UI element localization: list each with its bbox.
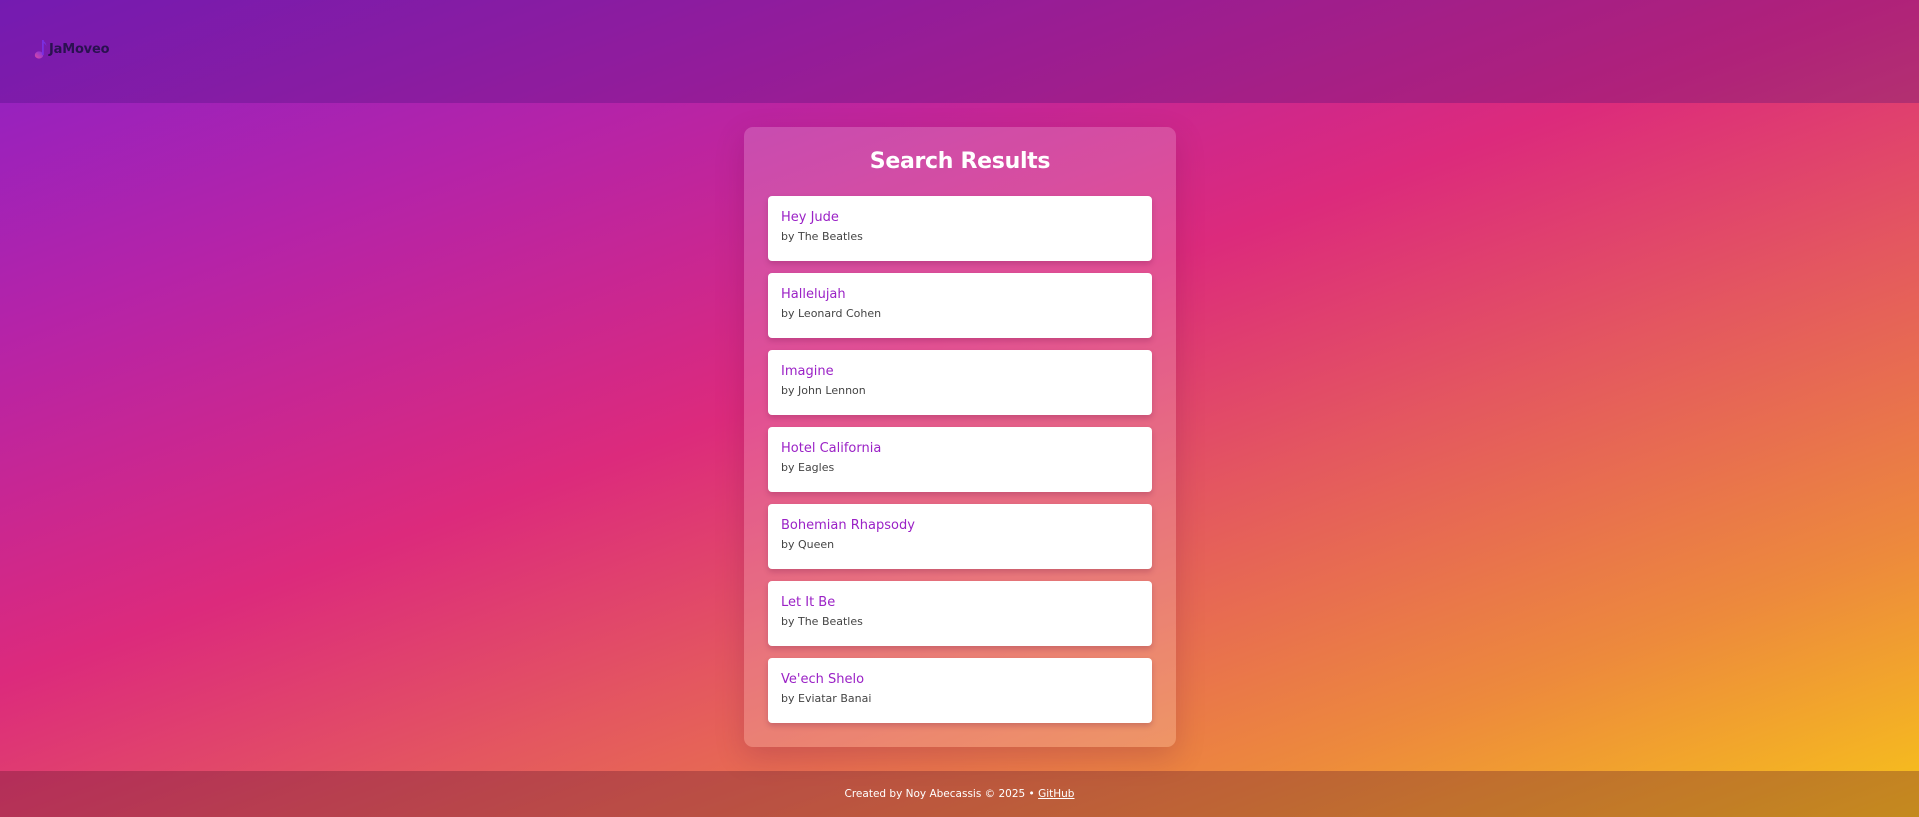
- result-item-imagine[interactable]: Imagine by John Lennon: [768, 350, 1152, 415]
- result-item-hallelujah[interactable]: Hallelujah by Leonard Cohen: [768, 273, 1152, 338]
- song-title: Let It Be: [781, 595, 836, 610]
- song-title: Ve'ech Shelo: [781, 672, 865, 687]
- github-link[interactable]: GitHub: [1038, 788, 1074, 800]
- song-artist: by Queen: [781, 538, 835, 551]
- result-item-hotel-california[interactable]: Hotel California by Eagles: [768, 427, 1152, 492]
- song-artist: by Eviatar Banai: [781, 692, 872, 705]
- song-title: Bohemian Rhapsody: [781, 518, 915, 533]
- song-artist: by The Beatles: [781, 615, 863, 628]
- panel-title: Search Results: [869, 149, 1051, 174]
- music-note-icon: [34, 38, 48, 60]
- song-artist: by Eagles: [781, 461, 835, 474]
- result-item-let-it-be[interactable]: Let It Be by The Beatles: [768, 581, 1152, 646]
- top-header: JaMoveo: [0, 0, 1919, 103]
- song-title: Hallelujah: [781, 287, 846, 302]
- footer-credit: Created by Noy Abecassis © 2025 •: [844, 788, 1039, 800]
- results-list: Hey Jude by The Beatles Hallelujah by Le…: [768, 196, 1152, 735]
- song-title: Imagine: [781, 364, 834, 379]
- song-artist: by Leonard Cohen: [781, 307, 882, 320]
- search-results-panel: Search Results Hey Jude by The Beatles H…: [744, 127, 1176, 747]
- result-item-hey-jude[interactable]: Hey Jude by The Beatles: [768, 196, 1152, 261]
- footer: Created by Noy Abecassis © 2025 • GitHub: [0, 771, 1919, 817]
- logo-text: JaMoveo: [49, 41, 110, 57]
- song-artist: by John Lennon: [781, 384, 866, 397]
- result-item-bohemian-rhapsody[interactable]: Bohemian Rhapsody by Queen: [768, 504, 1152, 569]
- song-title: Hey Jude: [781, 210, 839, 225]
- song-artist: by The Beatles: [781, 230, 863, 243]
- song-title: Hotel California: [781, 441, 882, 456]
- logo[interactable]: JaMoveo: [34, 37, 110, 61]
- result-item-veech-shelo[interactable]: Ve'ech Shelo by Eviatar Banai: [768, 658, 1152, 723]
